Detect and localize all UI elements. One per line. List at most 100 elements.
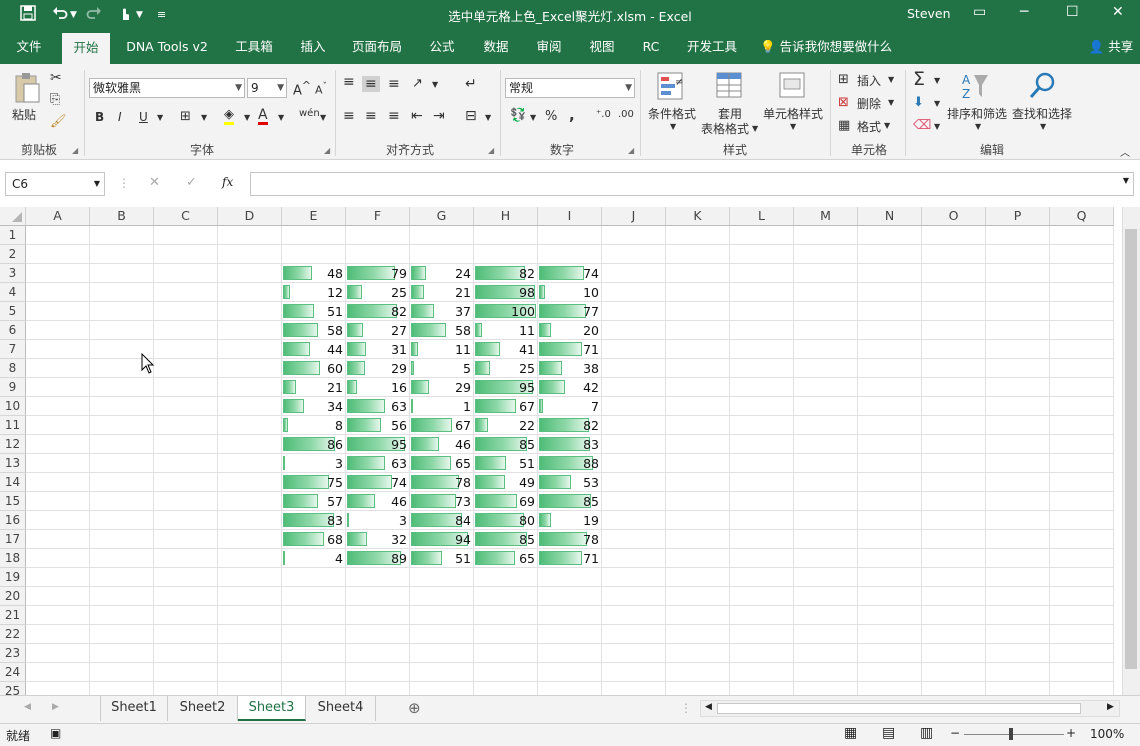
align-center-icon[interactable]: ≡ — [365, 108, 377, 124]
align-right-icon[interactable]: ≡ — [388, 108, 400, 124]
row-header-19[interactable]: 19 — [0, 568, 26, 587]
chevron-down-icon[interactable]: ▼ — [1040, 122, 1046, 131]
split-handle-icon[interactable]: ⋮ — [680, 701, 692, 715]
orientation-icon[interactable]: ↗ — [412, 76, 423, 91]
chevron-down-icon[interactable]: ▼ — [934, 122, 940, 131]
formula-input[interactable]: ▼ — [250, 172, 1134, 196]
cancel-icon[interactable]: ✕ — [149, 175, 160, 190]
chevron-down-icon[interactable]: ▼ — [888, 98, 894, 107]
minimize-icon[interactable]: ─ — [1020, 4, 1028, 20]
data-bar-cell[interactable]: 69 — [474, 492, 538, 511]
column-header-j[interactable]: J — [602, 207, 666, 226]
data-bar-cell[interactable]: 48 — [282, 264, 346, 283]
data-bar-cell[interactable]: 94 — [410, 530, 474, 549]
sheet-tab-sheet1[interactable]: Sheet1 — [100, 696, 168, 721]
copy-icon[interactable]: ⎘ — [50, 92, 60, 107]
cut-icon[interactable]: ✂ — [50, 70, 62, 86]
scroll-left-icon[interactable]: ◀ — [705, 702, 712, 712]
data-bar-cell[interactable]: 85 — [538, 492, 602, 511]
data-bar-cell[interactable]: 27 — [346, 321, 410, 340]
data-bar-cell[interactable]: 12 — [282, 283, 346, 302]
data-bar-cell[interactable]: 24 — [410, 264, 474, 283]
data-bar-cell[interactable]: 46 — [410, 435, 474, 454]
chevron-down-icon[interactable]: ▼ — [934, 99, 940, 108]
sheet-tab-sheet4[interactable]: Sheet4 — [306, 696, 376, 721]
italic-button[interactable]: I — [118, 110, 122, 124]
data-bar-cell[interactable]: 41 — [474, 340, 538, 359]
data-bar-cell[interactable]: 29 — [410, 378, 474, 397]
column-header-m[interactable]: M — [794, 207, 858, 226]
row-header-14[interactable]: 14 — [0, 473, 26, 492]
format-cells-label[interactable]: 格式 — [857, 118, 881, 135]
data-bar-cell[interactable]: 98 — [474, 283, 538, 302]
row-header-16[interactable]: 16 — [0, 511, 26, 530]
data-bar-cell[interactable]: 71 — [538, 549, 602, 568]
phonetic-icon[interactable]: wén — [299, 108, 320, 119]
enter-icon[interactable]: ✓ — [186, 175, 197, 190]
align-bottom-icon[interactable]: ≡ — [388, 76, 400, 92]
data-bar-cell[interactable]: 80 — [474, 511, 538, 530]
data-bar-cell[interactable]: 82 — [474, 264, 538, 283]
tab-dna-tools[interactable]: DNA Tools v2 — [118, 30, 216, 64]
decrease-indent-icon[interactable]: ⇤ — [411, 108, 423, 124]
column-header-f[interactable]: F — [346, 207, 410, 226]
insert-cells-icon[interactable]: ⊞ — [838, 72, 849, 87]
chevron-down-icon[interactable]: ▼ — [975, 122, 981, 131]
sort-filter-icon[interactable]: AZ — [960, 71, 990, 103]
data-bar-cell[interactable]: 49 — [474, 473, 538, 492]
column-header-q[interactable]: Q — [1050, 207, 1114, 226]
autosum-icon[interactable]: Σ — [913, 68, 925, 90]
tab-insert[interactable]: 插入 — [290, 30, 336, 64]
find-select-label[interactable]: 查找和选择 — [1010, 105, 1074, 122]
column-header-o[interactable]: O — [922, 207, 986, 226]
data-bar-cell[interactable]: 56 — [346, 416, 410, 435]
row-header-15[interactable]: 15 — [0, 492, 26, 511]
column-header-k[interactable]: K — [666, 207, 730, 226]
tab-developer[interactable]: 开发工具 — [679, 30, 745, 64]
row-header-7[interactable]: 7 — [0, 340, 26, 359]
tab-review[interactable]: 审阅 — [527, 30, 571, 64]
find-select-icon[interactable] — [1028, 71, 1058, 103]
row-header-21[interactable]: 21 — [0, 606, 26, 625]
tab-file[interactable]: 文件 — [6, 30, 52, 64]
data-bar-cell[interactable]: 65 — [474, 549, 538, 568]
font-color-icon[interactable]: A — [258, 108, 268, 125]
data-bar-cell[interactable]: 60 — [282, 359, 346, 378]
data-bar-cell[interactable]: 89 — [346, 549, 410, 568]
row-header-10[interactable]: 10 — [0, 397, 26, 416]
close-icon[interactable]: ✕ — [1112, 4, 1124, 20]
data-bar-cell[interactable]: 71 — [538, 340, 602, 359]
data-bar-cell[interactable]: 44 — [282, 340, 346, 359]
zoom-in-icon[interactable]: + — [1066, 726, 1076, 740]
conditional-formatting-label[interactable]: 条件格式 — [647, 105, 697, 122]
dialog-launcher-icon[interactable]: ◢ — [324, 146, 330, 155]
horizontal-scrollbar[interactable]: ◀ ▶ — [700, 700, 1120, 717]
horizontal-scroll-thumb[interactable] — [717, 703, 1081, 714]
increase-font-icon[interactable]: A^ — [293, 79, 311, 98]
row-header-17[interactable]: 17 — [0, 530, 26, 549]
data-bar-cell[interactable]: 1 — [410, 397, 474, 416]
vertical-scrollbar[interactable] — [1122, 207, 1140, 695]
tab-home[interactable]: 开始 — [62, 33, 110, 64]
chevron-down-icon[interactable]: ▼ — [201, 113, 207, 122]
data-bar-cell[interactable]: 85 — [474, 530, 538, 549]
page-break-view-icon[interactable]: ▥ — [920, 725, 933, 741]
data-bar-cell[interactable]: 58 — [282, 321, 346, 340]
data-bar-cell[interactable]: 8 — [282, 416, 346, 435]
chevron-down-icon[interactable]: ▼ — [278, 113, 284, 122]
border-icon[interactable]: ⊞ — [180, 109, 191, 124]
data-bar-cell[interactable]: 7 — [538, 397, 602, 416]
comma-button[interactable]: , — [569, 106, 575, 124]
row-header-24[interactable]: 24 — [0, 663, 26, 682]
format-cells-icon[interactable]: ▦ — [838, 118, 850, 133]
data-bar-cell[interactable]: 21 — [282, 378, 346, 397]
align-top-icon[interactable]: ≡ — [343, 74, 355, 90]
row-header-20[interactable]: 20 — [0, 587, 26, 606]
data-bar-cell[interactable]: 84 — [410, 511, 474, 530]
data-bar-cell[interactable]: 95 — [474, 378, 538, 397]
tab-view[interactable]: 视图 — [580, 30, 624, 64]
sheet-tab-sheet3[interactable]: Sheet3 — [238, 696, 306, 721]
chevron-down-icon[interactable]: ▼ — [320, 113, 326, 122]
underline-button[interactable]: U — [139, 110, 148, 124]
data-bar-cell[interactable]: 29 — [346, 359, 410, 378]
